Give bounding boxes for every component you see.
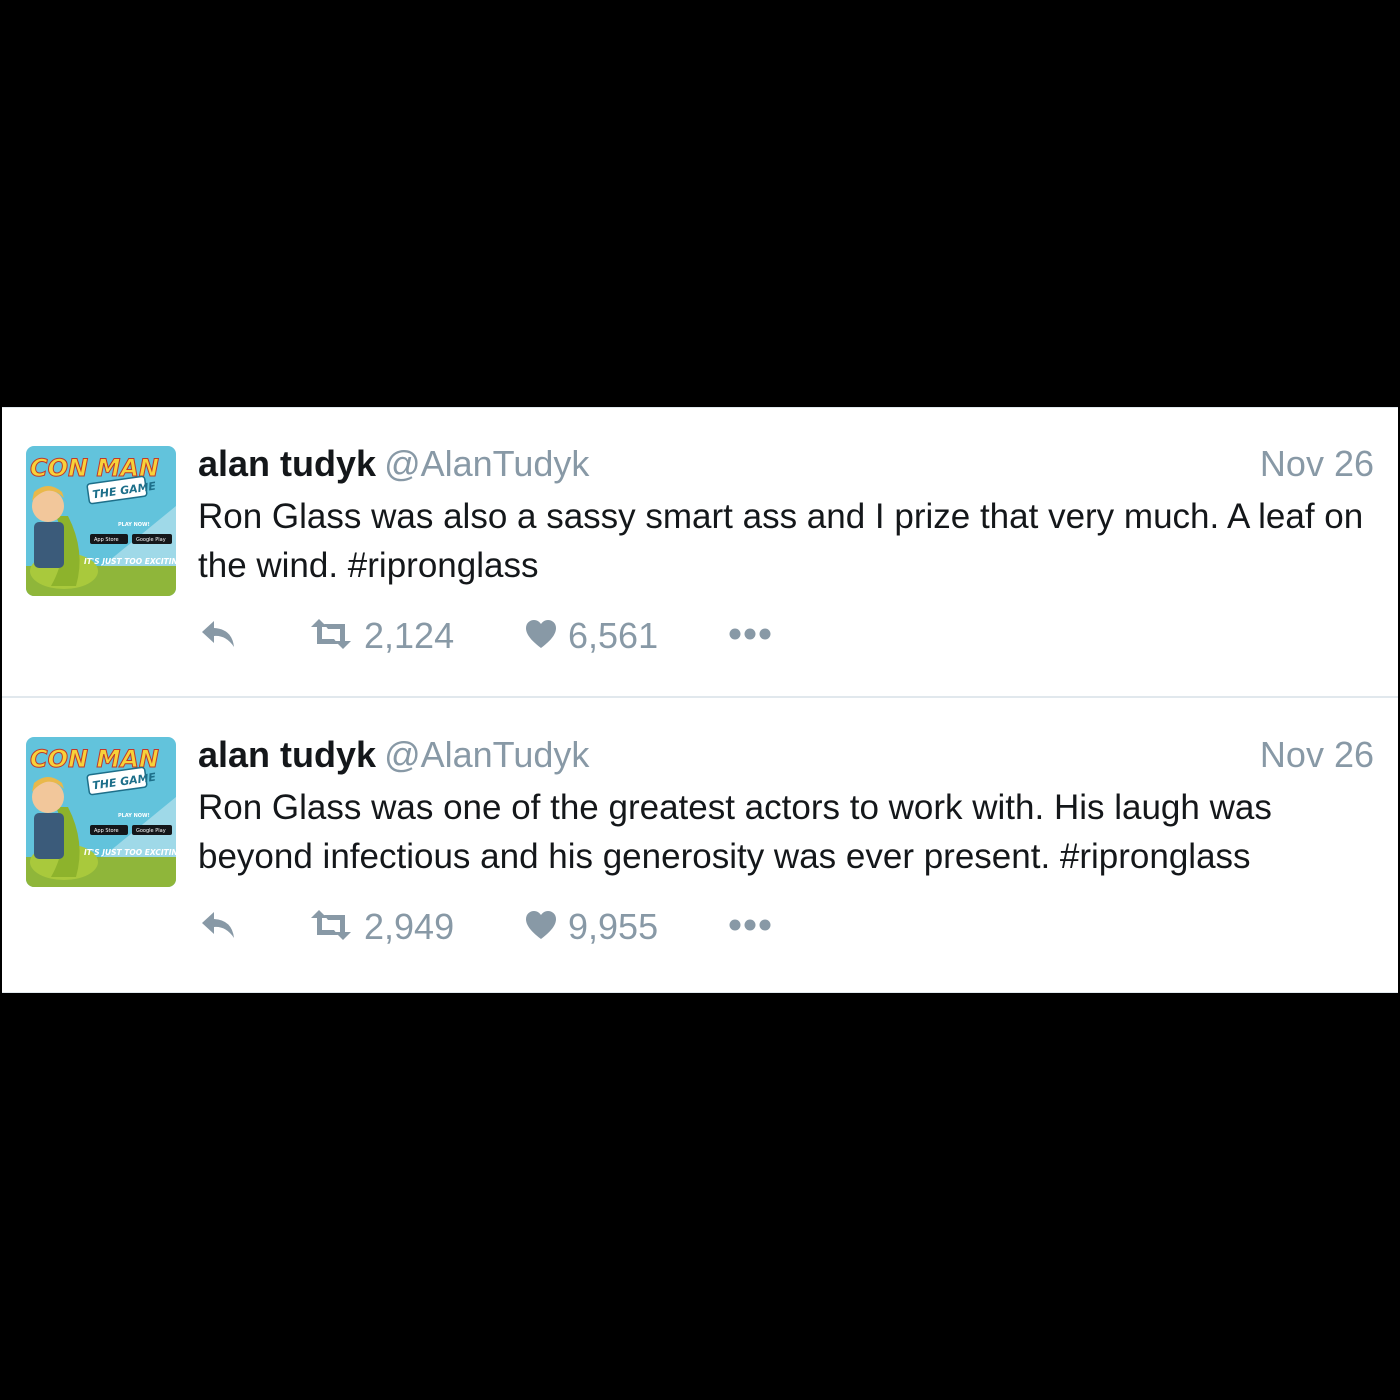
retweet-icon (308, 617, 354, 656)
tweet-date[interactable]: Nov 26 (1260, 442, 1374, 486)
tweet[interactable]: CON MAN THE GAME PLAY NOW! App Store Goo… (2, 699, 1398, 989)
tweet-actions: 2,124 6,561 (198, 614, 898, 658)
tweet-date[interactable]: Nov 26 (1260, 733, 1374, 777)
heart-icon (524, 909, 558, 946)
screenshot-frame: CON MAN THE GAME PLAY NOW! App Store Goo… (0, 0, 1400, 1400)
tweet-header: alan tudyk @AlanTudyk (198, 442, 589, 486)
reply-button[interactable] (198, 905, 238, 949)
con-man-game-avatar-image: CON MAN THE GAME PLAY NOW! App Store Goo… (26, 446, 176, 596)
like-count: 9,955 (568, 906, 659, 947)
tweet-actions: 2,949 9,955 (198, 905, 898, 949)
retweet-button[interactable]: 2,124 (308, 614, 454, 658)
reply-icon (198, 617, 238, 656)
more-icon (728, 627, 772, 646)
reply-button[interactable] (198, 614, 238, 658)
tweet-timeline: CON MAN THE GAME PLAY NOW! App Store Goo… (2, 407, 1398, 993)
like-count: 6,561 (568, 615, 659, 656)
like-button[interactable]: 9,955 (524, 905, 658, 949)
tweet-text: Ron Glass was one of the greatest actors… (198, 788, 1272, 876)
avatar[interactable]: CON MAN THE GAME PLAY NOW! App Store Goo… (26, 737, 176, 887)
avatar-store-2: Google Play (136, 828, 166, 834)
retweet-count: 2,949 (364, 906, 455, 947)
display-name[interactable]: alan tudyk (198, 443, 376, 484)
tweet-header: alan tudyk @AlanTudyk (198, 733, 589, 777)
user-handle[interactable]: @AlanTudyk (384, 734, 589, 775)
avatar-tagline: IT'S JUST TOO EXCITING (84, 557, 176, 566)
avatar-store-1: App Store (94, 828, 119, 834)
tweet[interactable]: CON MAN THE GAME PLAY NOW! App Store Goo… (2, 408, 1398, 698)
avatar[interactable]: CON MAN THE GAME PLAY NOW! App Store Goo… (26, 446, 176, 596)
retweet-count: 2,124 (364, 615, 455, 656)
con-man-game-avatar-image: CON MAN THE GAME PLAY NOW! App Store Goo… (26, 737, 176, 887)
avatar-cta: PLAY NOW! (118, 522, 150, 528)
more-icon (728, 918, 772, 937)
reply-icon (198, 908, 238, 947)
heart-icon (524, 618, 558, 655)
avatar-cta: PLAY NOW! (118, 813, 150, 819)
avatar-store-1: App Store (94, 537, 119, 543)
avatar-tagline: IT'S JUST TOO EXCITING (84, 848, 176, 857)
more-button[interactable] (728, 905, 772, 949)
more-button[interactable] (728, 614, 772, 658)
display-name[interactable]: alan tudyk (198, 734, 376, 775)
tweet-text: Ron Glass was also a sassy smart ass and… (198, 497, 1364, 585)
user-handle[interactable]: @AlanTudyk (384, 443, 589, 484)
like-button[interactable]: 6,561 (524, 614, 658, 658)
avatar-store-2: Google Play (136, 537, 166, 543)
retweet-icon (308, 908, 354, 947)
retweet-button[interactable]: 2,949 (308, 905, 454, 949)
